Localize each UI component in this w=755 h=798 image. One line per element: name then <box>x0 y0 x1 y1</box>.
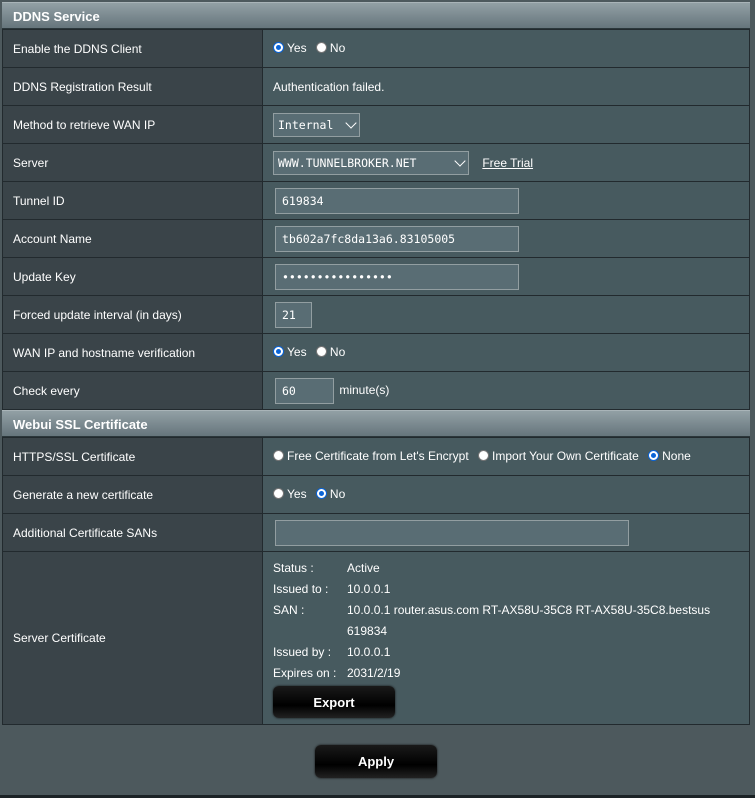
radio-label: Free Certificate from Let's Encrypt <box>287 448 469 463</box>
radio-label: Yes <box>287 486 307 501</box>
cert-expires-value: 2031/2/19 <box>347 666 401 680</box>
verify-yes-radio[interactable]: Yes <box>273 345 307 359</box>
ssl-section-header: Webui SSL Certificate <box>2 410 750 437</box>
radio-selected-icon[interactable] <box>648 450 660 462</box>
sans-label: Additional Certificate SANs <box>2 513 263 552</box>
radio-unselected-icon[interactable] <box>273 450 284 462</box>
server-select[interactable]: WWW.TUNNELBROKER.NET <box>273 150 469 175</box>
radio-unselected-icon[interactable] <box>478 450 490 462</box>
sans-row: Additional Certificate SANs <box>2 513 750 552</box>
verify-label: WAN IP and hostname verification <box>2 333 263 372</box>
radio-selected-icon[interactable] <box>273 42 284 54</box>
check-label: Check every <box>2 371 263 410</box>
free-trial-link[interactable]: Free Trial <box>482 156 533 170</box>
server-cert-row: Server Certificate Status : Active Issued… <box>2 551 750 725</box>
radio-unselected-icon[interactable] <box>315 42 327 54</box>
method-select[interactable]: Internal <box>273 112 360 137</box>
cert-san-key: SAN : <box>273 603 305 617</box>
server-label: Server <box>2 143 263 182</box>
server-select-value: WWW.TUNNELBROKER.NET <box>278 155 417 170</box>
cert-issued-by-value: 10.0.0.1 <box>347 645 391 659</box>
tunnel-label: Tunnel ID <box>2 181 263 220</box>
server-row: Server WWW.TUNNELBROKER.NET Free Trial <box>2 143 750 182</box>
export-button[interactable]: Export <box>273 686 395 718</box>
forced-row: Forced update interval (in days) 21 <box>2 295 750 334</box>
radio-unselected-icon[interactable] <box>273 488 284 500</box>
sans-input[interactable] <box>275 519 629 546</box>
verify-no-radio[interactable]: No <box>315 344 346 359</box>
https-label: HTTPS/SSL Certificate <box>2 437 263 476</box>
cert-details: Status : Active Issued to : 10.0.0.1 SAN :… <box>273 552 749 724</box>
chevron-down-icon <box>345 116 357 129</box>
radio-selected-icon[interactable] <box>315 488 327 500</box>
import-cert-radio[interactable]: Import Your Own Certificate <box>478 449 639 463</box>
cert-status-key: Status : <box>273 561 314 575</box>
cert-issued-to-key: Issued to : <box>273 582 329 596</box>
radio-label: No <box>329 344 346 359</box>
method-row: Method to retrieve WAN IP Internal <box>2 105 750 144</box>
check-row: Check every 60 minute(s) <box>2 371 750 410</box>
radio-label: Yes <box>287 40 307 55</box>
check-unit: minute(s) <box>339 382 390 397</box>
chevron-down-icon <box>454 154 466 167</box>
generate-label: Generate a new certificate <box>2 475 263 514</box>
radio-label: No <box>329 40 346 55</box>
method-label: Method to retrieve WAN IP <box>2 105 263 144</box>
settings-panel: DDNS Service Enable the DDNS Client Yes … <box>2 2 750 725</box>
radio-label: Import Your Own Certificate <box>492 448 639 463</box>
method-select-value: Internal <box>278 117 334 132</box>
apply-button[interactable]: Apply <box>315 745 437 778</box>
registration-result: Authentication failed. <box>262 67 750 106</box>
radio-selected-icon[interactable] <box>273 346 284 358</box>
generate-row: Generate a new certificate Yes No <box>2 475 750 514</box>
enable-ddns-yes-radio[interactable]: Yes <box>273 41 307 55</box>
account-name-input[interactable]: tb602a7fc8da13a6.83105005 <box>275 225 519 252</box>
none-cert-radio[interactable]: None <box>648 449 691 463</box>
check-every-input[interactable]: 60 <box>275 377 334 404</box>
cert-issued-to-value: 10.0.0.1 <box>347 582 391 596</box>
radio-label: None <box>662 448 691 463</box>
tunnel-id-input[interactable]: 619834 <box>275 187 519 214</box>
verify-row: WAN IP and hostname verification Yes No <box>2 333 750 372</box>
radio-label: No <box>329 486 346 501</box>
https-row: HTTPS/SSL Certificate Free Certificate f… <box>2 437 750 476</box>
registration-label: DDNS Registration Result <box>2 67 263 106</box>
update-key-row: Update Key •••••••••••••••• <box>2 257 750 296</box>
tunnel-row: Tunnel ID 619834 <box>2 181 750 220</box>
enable-ddns-row: Enable the DDNS Client Yes No <box>2 29 750 68</box>
ddns-table: Enable the DDNS Client Yes No DDNS Regis… <box>2 29 750 410</box>
free-cert-radio[interactable]: Free Certificate from Let's Encrypt <box>273 449 469 463</box>
forced-label: Forced update interval (in days) <box>2 295 263 334</box>
enable-ddns-no-radio[interactable]: No <box>315 40 346 55</box>
ssl-table: HTTPS/SSL Certificate Free Certificate f… <box>2 437 750 725</box>
account-row: Account Name tb602a7fc8da13a6.83105005 <box>2 219 750 258</box>
enable-ddns-label: Enable the DDNS Client <box>2 29 263 68</box>
radio-unselected-icon[interactable] <box>315 346 327 358</box>
account-label: Account Name <box>2 219 263 258</box>
cert-status-value: Active <box>347 561 380 575</box>
cert-expires-key: Expires on : <box>273 666 337 680</box>
forced-interval-input[interactable]: 21 <box>275 301 312 328</box>
registration-row: DDNS Registration Result Authentication … <box>2 67 750 106</box>
cert-san-value: 10.0.0.1 router.asus.com RT-AX58U-35C8 R… <box>347 603 711 638</box>
cert-issued-by-key: Issued by : <box>273 645 332 659</box>
update-key-label: Update Key <box>2 257 263 296</box>
ddns-section-header: DDNS Service <box>2 2 750 29</box>
radio-label: Yes <box>287 344 307 359</box>
server-cert-label: Server Certificate <box>2 551 263 725</box>
generate-no-radio[interactable]: No <box>315 486 346 501</box>
generate-yes-radio[interactable]: Yes <box>273 487 307 501</box>
update-key-input[interactable]: •••••••••••••••• <box>275 263 519 290</box>
